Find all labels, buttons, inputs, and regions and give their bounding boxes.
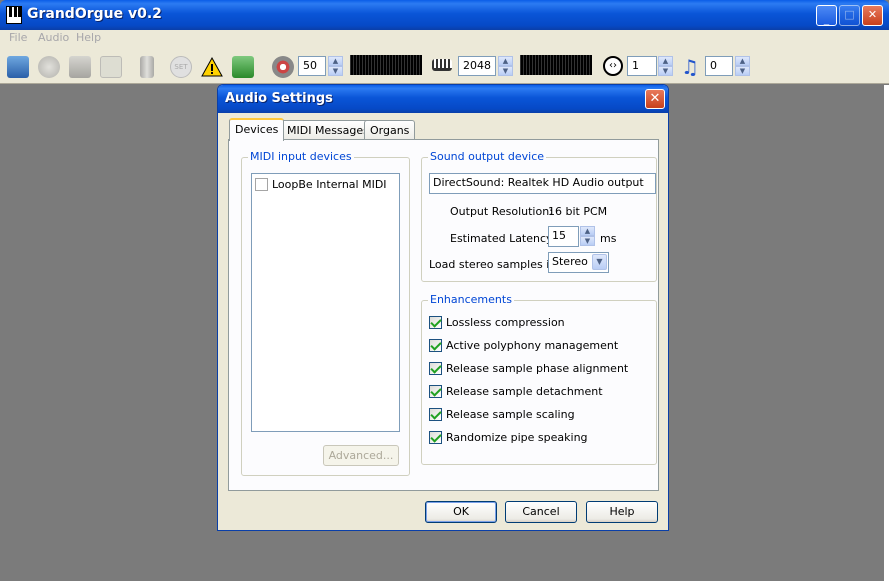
- polyphony-meter: [520, 55, 592, 75]
- polyphony-icon: [432, 59, 452, 71]
- advanced-button[interactable]: Advanced...: [323, 445, 399, 466]
- midi-channel-input[interactable]: 0: [705, 56, 733, 76]
- help-button[interactable]: Help: [586, 501, 658, 523]
- checkbox[interactable]: [429, 408, 442, 421]
- enhancement-phase-alignment[interactable]: Release sample phase alignment: [429, 362, 628, 375]
- midi-input-group: MIDI input devices LoopBe Internal MIDI …: [241, 150, 410, 476]
- enhancements-group-label: Enhancements: [428, 293, 514, 306]
- checkbox[interactable]: [429, 339, 442, 352]
- checkbox-label: Release sample detachment: [446, 385, 603, 398]
- enhancement-randomize[interactable]: Randomize pipe speaking: [429, 431, 588, 444]
- checkbox[interactable]: [429, 385, 442, 398]
- sound-output-group-label: Sound output device: [428, 150, 547, 163]
- volume-icon: [272, 56, 294, 78]
- latency-unit: ms: [600, 232, 617, 245]
- ok-button[interactable]: OK: [425, 501, 497, 523]
- reload-icon[interactable]: [38, 56, 60, 78]
- maximize-button[interactable]: □: [839, 5, 860, 26]
- enhancements-group: Enhancements Lossless compression Active…: [421, 293, 657, 465]
- sound-device-field[interactable]: DirectSound: Realtek HD Audio output: [429, 173, 656, 194]
- window-close-button[interactable]: ✕: [862, 5, 883, 26]
- latency-stepper[interactable]: ▲ ▼: [580, 226, 595, 246]
- memory-icon[interactable]: [140, 56, 154, 78]
- midi-board-icon[interactable]: [232, 56, 254, 78]
- open-icon[interactable]: [7, 56, 29, 78]
- checkbox-label: Active polyphony management: [446, 339, 619, 352]
- midi-input-group-label: MIDI input devices: [248, 150, 354, 163]
- stereo-select[interactable]: Stereo ▼: [548, 252, 609, 273]
- warning-icon[interactable]: [201, 56, 223, 78]
- stereo-label: Load stereo samples in:: [429, 258, 560, 271]
- toolbar: SET 50 ▲ ▼ 2048 ▲ ▼ ‹› 1 ▲ ▼ ♫ 0 ▲ ▼: [0, 47, 889, 84]
- enhancement-detachment[interactable]: Release sample detachment: [429, 385, 603, 398]
- checkbox-label: Release sample scaling: [446, 408, 575, 421]
- audio-settings-dialog: Audio Settings ✕ Devices MIDI Messages O…: [217, 84, 669, 531]
- polyphony-input[interactable]: 2048: [458, 56, 496, 76]
- volume-meter: [350, 55, 422, 75]
- tab-devices[interactable]: Devices: [229, 118, 285, 141]
- midi-channel-stepper[interactable]: ▲ ▼: [735, 56, 750, 76]
- edit-icon[interactable]: [69, 56, 91, 78]
- enhancement-lossless[interactable]: Lossless compression: [429, 316, 565, 329]
- output-resolution-value: 16 bit PCM: [548, 205, 608, 218]
- set-icon[interactable]: SET: [170, 56, 192, 78]
- properties-icon[interactable]: [100, 56, 122, 78]
- tab-organs[interactable]: Organs: [364, 120, 416, 140]
- polyphony-stepper[interactable]: ▲ ▼: [498, 56, 513, 76]
- tab-midi-messages[interactable]: MIDI Messages: [281, 120, 375, 140]
- volume-stepper[interactable]: ▲ ▼: [328, 56, 343, 76]
- music-note-icon: ♫: [681, 55, 699, 79]
- enhancement-scaling[interactable]: Release sample scaling: [429, 408, 575, 421]
- output-resolution-label: Output Resolution:: [450, 205, 553, 218]
- checkbox[interactable]: [429, 362, 442, 375]
- midi-device-label: LoopBe Internal MIDI: [272, 178, 387, 191]
- stereo-select-value: Stereo: [552, 255, 588, 268]
- dialog-body: Devices MIDI Messages Organs MIDI input …: [222, 113, 664, 528]
- menu-audio[interactable]: Audio: [38, 31, 69, 44]
- checkbox-label: Randomize pipe speaking: [446, 431, 588, 444]
- devices-panel: MIDI input devices LoopBe Internal MIDI …: [228, 139, 659, 491]
- chevron-down-icon[interactable]: ▼: [592, 254, 607, 270]
- list-item[interactable]: LoopBe Internal MIDI: [255, 178, 387, 191]
- latency-label: Estimated Latency:: [450, 232, 556, 245]
- app-title: GrandOrgue v0.2: [27, 6, 162, 22]
- checkbox-label: Lossless compression: [446, 316, 565, 329]
- checkbox[interactable]: [429, 316, 442, 329]
- cancel-button[interactable]: Cancel: [505, 501, 577, 523]
- transpose-input[interactable]: 1: [627, 56, 657, 76]
- volume-input[interactable]: 50: [298, 56, 326, 76]
- checkbox-label: Release sample phase alignment: [446, 362, 629, 375]
- menu-help[interactable]: Help: [76, 31, 101, 44]
- background-window-edge: [884, 85, 889, 581]
- app-titlebar: GrandOrgue v0.2 _ □ ✕: [0, 0, 889, 30]
- dialog-title: Audio Settings: [225, 91, 333, 106]
- dialog-titlebar: Audio Settings ✕: [218, 85, 668, 113]
- transpose-icon: ‹›: [603, 56, 623, 76]
- sound-output-group: Sound output device DirectSound: Realtek…: [421, 150, 657, 282]
- transpose-stepper[interactable]: ▲ ▼: [658, 56, 673, 76]
- menu-bar: File Audio Help: [0, 30, 889, 47]
- dialog-close-button[interactable]: ✕: [645, 89, 665, 109]
- enhancement-polyphony[interactable]: Active polyphony management: [429, 339, 618, 352]
- midi-device-list[interactable]: LoopBe Internal MIDI: [251, 173, 400, 432]
- menu-file[interactable]: File: [9, 31, 27, 44]
- organ-keys-icon: [6, 6, 22, 24]
- checkbox[interactable]: [429, 431, 442, 444]
- minimize-button[interactable]: _: [816, 5, 837, 26]
- midi-device-checkbox[interactable]: [255, 178, 268, 191]
- latency-input[interactable]: 15: [548, 226, 579, 247]
